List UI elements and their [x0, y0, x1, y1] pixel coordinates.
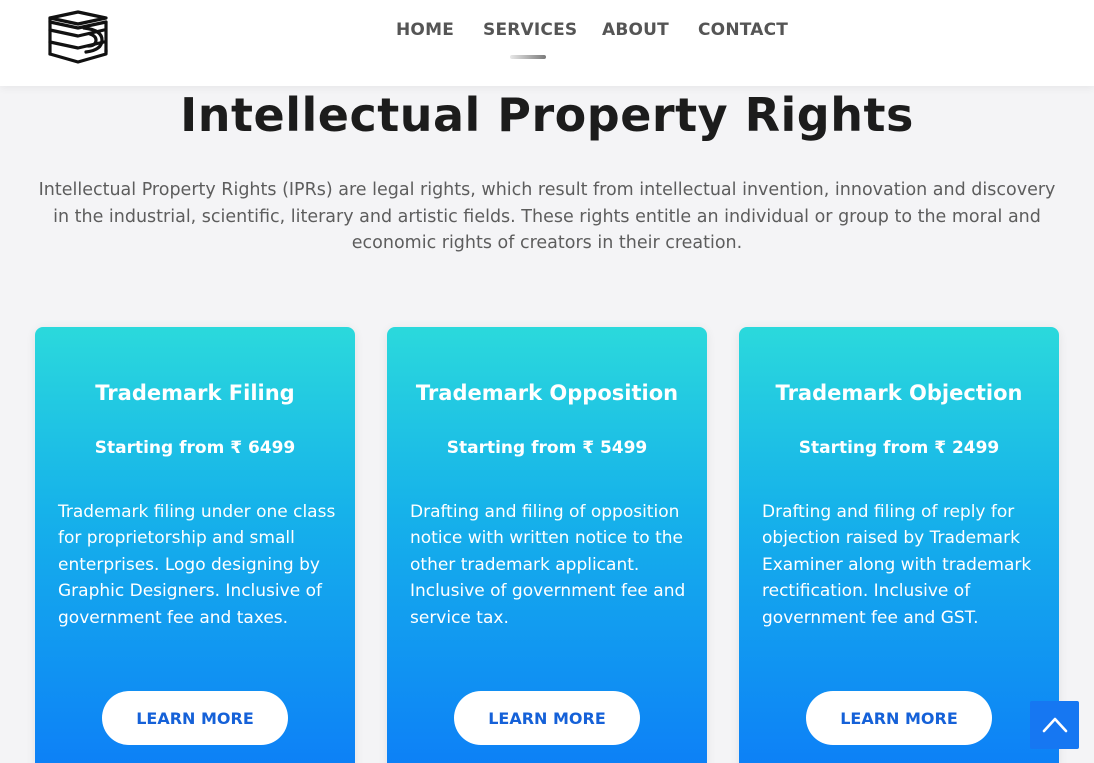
card-title: Trademark Objection	[775, 381, 1023, 405]
learn-more-button[interactable]: LEARN MORE	[102, 691, 288, 745]
intro-paragraph: Intellectual Property Rights (IPRs) are …	[38, 180, 1056, 253]
scroll-to-top-button[interactable]	[1030, 701, 1079, 749]
card-title: Trademark Filing	[95, 381, 295, 405]
nav-services[interactable]: SERVICES	[483, 20, 577, 40]
card-price: Starting from ₹ 5499	[446, 438, 648, 458]
site-header: HOME SERVICES ABOUT CONTACT	[0, 0, 1094, 86]
page-title: Intellectual Property Rights	[180, 88, 914, 142]
service-card-trademark-opposition: Trademark Opposition Starting from ₹ 549…	[387, 327, 707, 763]
chevron-up-icon	[1042, 717, 1067, 733]
learn-more-button[interactable]: LEARN MORE	[454, 691, 640, 745]
card-description: Drafting and filing of opposition notice…	[410, 502, 686, 628]
nav-contact[interactable]: CONTACT	[698, 20, 788, 40]
card-title: Trademark Opposition	[415, 381, 679, 405]
service-card-trademark-filing: Trademark Filing Starting from ₹ 6499 Tr…	[35, 327, 355, 763]
main-nav: HOME SERVICES ABOUT CONTACT	[0, 20, 1094, 50]
card-description: Drafting and filing of reply for objecti…	[762, 502, 1032, 628]
service-card-trademark-objection: Trademark Objection Starting from ₹ 2499…	[739, 327, 1059, 763]
card-price: Starting from ₹ 2499	[798, 438, 1000, 458]
nav-about[interactable]: ABOUT	[602, 20, 669, 40]
learn-more-button[interactable]: LEARN MORE	[806, 691, 992, 745]
nav-home[interactable]: HOME	[396, 20, 454, 40]
card-description: Trademark filing under one class for pro…	[58, 502, 336, 628]
active-nav-indicator	[510, 55, 546, 59]
card-price: Starting from ₹ 6499	[94, 438, 296, 458]
